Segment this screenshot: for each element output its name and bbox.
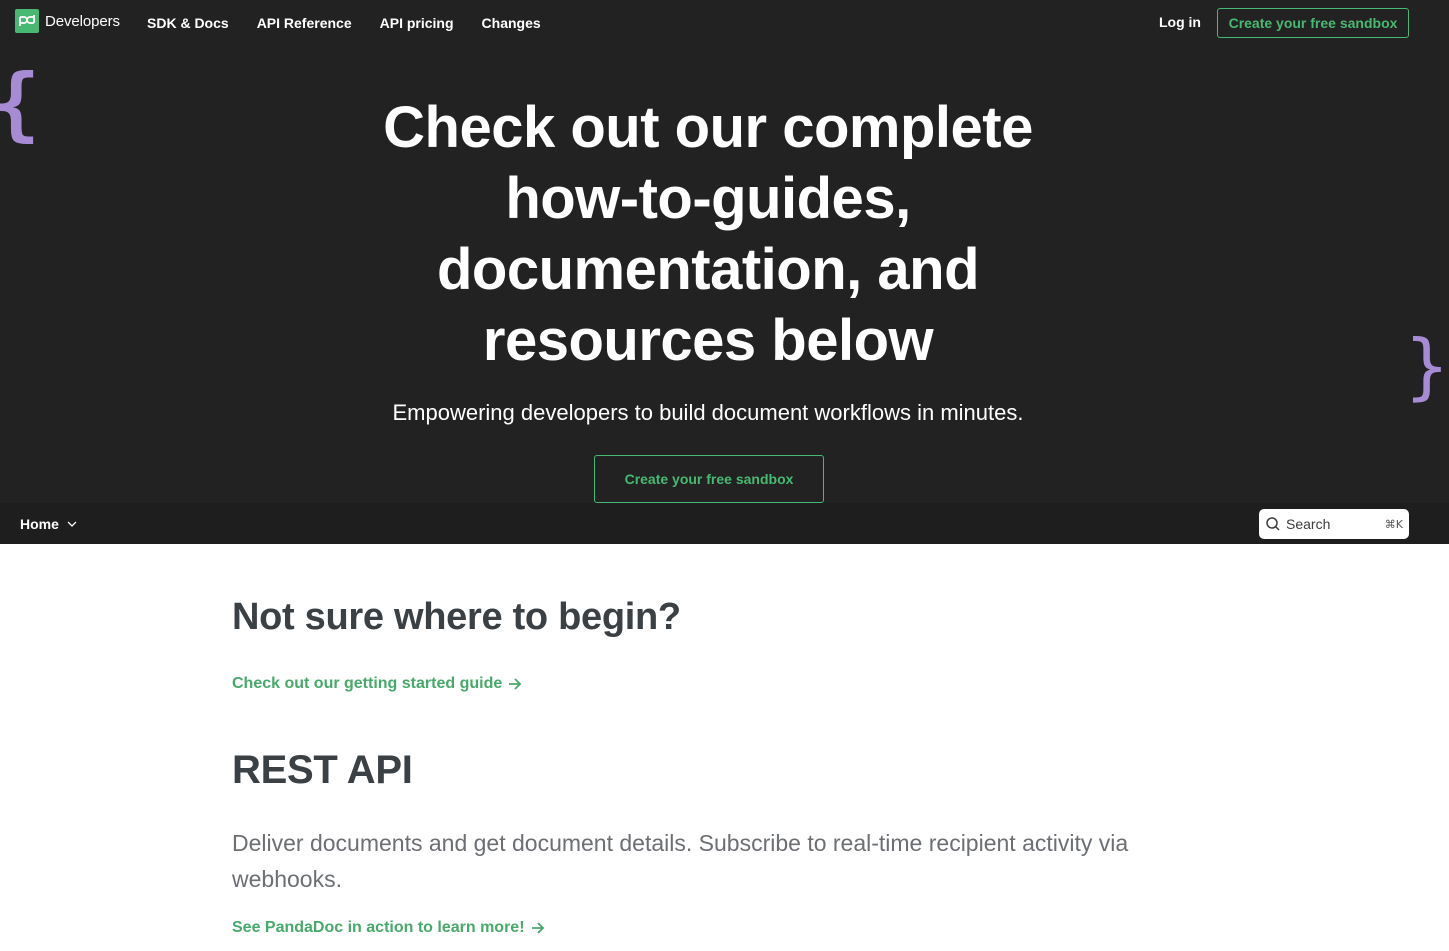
logo-text: Developers: [45, 12, 120, 30]
decorative-brace-right: }: [1404, 324, 1449, 408]
pandadoc-in-action-link[interactable]: See PandaDoc in action to learn more!: [232, 919, 545, 937]
arrow-right-icon: [531, 922, 545, 934]
create-sandbox-button-top[interactable]: Create your free sandbox: [1217, 8, 1409, 38]
create-sandbox-button-hero[interactable]: Create your free sandbox: [594, 455, 824, 503]
search-placeholder: Search: [1286, 516, 1331, 532]
hero-subtitle: Empowering developers to build document …: [392, 400, 1024, 425]
main-nav: SDK & Docs API Reference API pricing Cha…: [147, 0, 569, 46]
getting-started-link-label: Check out our getting started guide: [232, 675, 503, 692]
getting-started-link[interactable]: Check out our getting started guide: [232, 675, 522, 693]
home-dropdown-label: Home: [20, 516, 59, 532]
nav-changes[interactable]: Changes: [482, 15, 541, 31]
pandadoc-in-action-link-label: See PandaDoc in action to learn more!: [232, 919, 525, 936]
search-icon: [1265, 516, 1281, 532]
login-link[interactable]: Log in: [1159, 14, 1201, 30]
nav-api-pricing[interactable]: API pricing: [380, 15, 454, 31]
top-navigation: Developers SDK & Docs API Reference API …: [0, 0, 1449, 46]
arrow-right-icon: [508, 678, 522, 690]
rest-api-description: Deliver documents and get document detai…: [232, 830, 1129, 892]
nav-sdk-docs[interactable]: SDK & Docs: [147, 15, 229, 31]
nav-api-reference[interactable]: API Reference: [257, 15, 352, 31]
search-shortcut: ⌘K: [1384, 517, 1403, 531]
decorative-brace-left: {: [0, 64, 40, 144]
search-box[interactable]: Search ⌘K: [1259, 509, 1409, 539]
secondary-navigation: Home Search ⌘K: [0, 503, 1449, 544]
rest-api-heading: REST API: [232, 748, 413, 792]
begin-heading: Not sure where to begin?: [232, 596, 681, 638]
logo-link[interactable]: Developers: [15, 9, 120, 33]
home-dropdown[interactable]: Home: [20, 516, 77, 532]
hero-title: Check out our complete how-to-guides, do…: [383, 95, 1033, 373]
chevron-down-icon: [67, 521, 77, 527]
pandadoc-logo-icon: [15, 9, 39, 33]
